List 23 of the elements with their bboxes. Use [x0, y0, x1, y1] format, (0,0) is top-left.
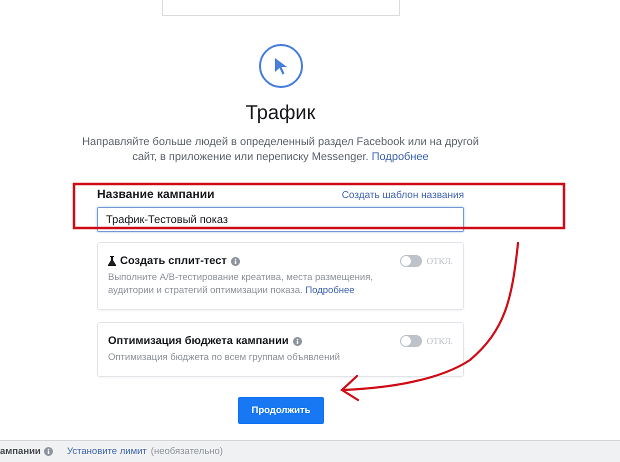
objective-title: Трафик [246, 102, 316, 125]
limit-link[interactable]: Установите лимит [67, 446, 147, 457]
option-description: Оптимизация бюджета по всем группам объявлений [108, 351, 341, 364]
more-link[interactable]: Подробнее [305, 285, 355, 296]
objective-description: Направляйте больше людей в определенный раздел Facebook или на другой сайт, в приложение или переписку Messenger. Подробнее [81, 135, 480, 165]
info-icon [44, 447, 53, 456]
toggle-state: ОТКЛ. [426, 256, 453, 266]
footer-label: ампании [0, 446, 41, 457]
info-icon [230, 256, 240, 266]
template-link[interactable]: Создать шаблон названия [342, 190, 464, 201]
option-description: Выполните A/B-тестирование креатива, места размещения, аудитории и стратегий оптимизации показа. Подробнее [108, 271, 374, 297]
flask-icon [108, 256, 116, 266]
option-title: Создать сплит-тест [120, 255, 227, 267]
toggle-state: ОТКЛ. [426, 336, 453, 346]
info-icon [292, 336, 302, 346]
field-label: Название кампании [97, 187, 214, 201]
more-link[interactable]: Подробнее [372, 151, 429, 163]
optional-hint: (необязательно) [150, 446, 223, 457]
continue-button[interactable]: Продолжить [238, 397, 324, 424]
toggle-switch[interactable] [400, 255, 422, 267]
cursor-icon [258, 44, 302, 88]
toggle-switch[interactable] [400, 335, 422, 347]
option-title: Оптимизация бюджета кампании [108, 335, 289, 347]
